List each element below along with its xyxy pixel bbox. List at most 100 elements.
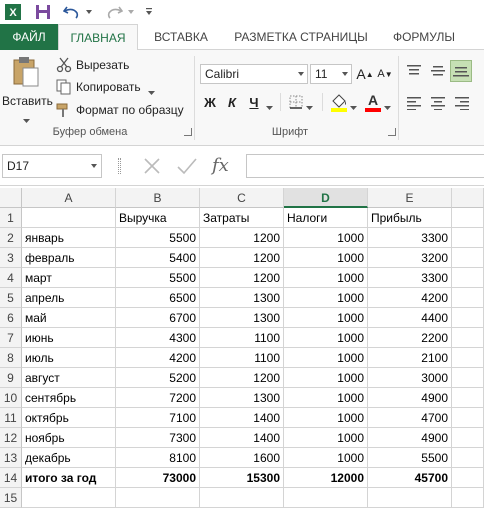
tab-formulas[interactable]: ФОРМУЛЫ	[386, 24, 462, 50]
redo-dropdown-icon[interactable]	[126, 3, 136, 21]
grid-cell[interactable]	[452, 288, 484, 308]
row-header[interactable]: 15	[0, 488, 22, 508]
grid-cell[interactable]: 1100	[200, 328, 284, 348]
row-header[interactable]: 8	[0, 348, 22, 368]
grid-cell[interactable]: 8100	[116, 448, 200, 468]
grid-cell[interactable]: февраль	[22, 248, 116, 268]
grid-cell[interactable]: 5500	[368, 448, 452, 468]
insert-function-icon[interactable]: fx	[212, 155, 229, 176]
grid-cell[interactable]: 1000	[284, 368, 368, 388]
grid-cell[interactable]: 3000	[368, 368, 452, 388]
grid-cell[interactable]	[452, 308, 484, 328]
row-header[interactable]: 13	[0, 448, 22, 468]
grow-font-button[interactable]: A ▲	[356, 64, 374, 84]
row-header[interactable]: 3	[0, 248, 22, 268]
grid-cell[interactable]: 1000	[284, 228, 368, 248]
grid-cell[interactable]: 5400	[116, 248, 200, 268]
grid-cell[interactable]: 1300	[200, 308, 284, 328]
grid-cell[interactable]: май	[22, 308, 116, 328]
column-header-f[interactable]	[452, 188, 484, 208]
grid-cell[interactable]: март	[22, 268, 116, 288]
grid-cell[interactable]: 1100	[200, 348, 284, 368]
grid-cell[interactable]: 45700	[368, 468, 452, 488]
grid-cell[interactable]: 1000	[284, 348, 368, 368]
underline-dropdown-icon[interactable]	[266, 100, 273, 114]
grid-cell[interactable]: ноябрь	[22, 428, 116, 448]
grid-cell[interactable]: 1000	[284, 428, 368, 448]
tab-home[interactable]: ГЛАВНАЯ	[58, 24, 138, 51]
align-bottom-icon[interactable]	[450, 60, 472, 82]
column-header-b[interactable]: B	[116, 188, 200, 208]
paste-button[interactable]: Вставить	[2, 54, 53, 123]
row-header[interactable]: 4	[0, 268, 22, 288]
grid-cell[interactable]: 7300	[116, 428, 200, 448]
grid-cell[interactable]: 3300	[368, 268, 452, 288]
grid-cell[interactable]: 1000	[284, 448, 368, 468]
align-center-icon[interactable]	[430, 96, 446, 113]
cut-button[interactable]: Вырезать	[56, 55, 176, 75]
row-header[interactable]: 7	[0, 328, 22, 348]
formula-input[interactable]	[246, 154, 484, 178]
grid-cell[interactable]: 1000	[284, 288, 368, 308]
grid-cell[interactable]	[452, 228, 484, 248]
grid-cell[interactable]	[368, 488, 452, 508]
grid-cell[interactable]: Налоги	[284, 208, 368, 228]
row-header[interactable]: 9	[0, 368, 22, 388]
row-header[interactable]: 5	[0, 288, 22, 308]
grid-cell[interactable]: 1200	[200, 248, 284, 268]
grid-cell[interactable]	[22, 488, 116, 508]
font-launcher-icon[interactable]	[388, 128, 396, 136]
grid-cell[interactable]: 1000	[284, 268, 368, 288]
row-header[interactable]: 1	[0, 208, 22, 228]
column-header-a[interactable]: A	[22, 188, 116, 208]
grid-cell[interactable]: 1300	[200, 388, 284, 408]
shrink-font-button[interactable]: A ▼	[376, 64, 394, 84]
undo-icon[interactable]	[62, 3, 82, 21]
grid-cell[interactable]: 73000	[116, 468, 200, 488]
enter-icon[interactable]	[176, 156, 198, 179]
italic-button[interactable]: К	[224, 92, 240, 112]
grid-cell[interactable]: Прибыль	[368, 208, 452, 228]
tab-page-layout[interactable]: РАЗМЕТКА СТРАНИЦЫ	[228, 24, 374, 50]
grid-cell[interactable]: 4900	[368, 428, 452, 448]
format-painter-button[interactable]: Формат по образцу	[56, 100, 186, 120]
grid-cell[interactable]: 6500	[116, 288, 200, 308]
grid-cell[interactable]: 5500	[116, 228, 200, 248]
grid-cell[interactable]	[452, 388, 484, 408]
grid-cell[interactable]: 1000	[284, 328, 368, 348]
grid-cell[interactable]: октябрь	[22, 408, 116, 428]
grid-cell[interactable]	[452, 468, 484, 488]
borders-icon[interactable]	[288, 94, 304, 113]
column-header-e[interactable]: E	[368, 188, 452, 208]
align-left-icon[interactable]	[406, 96, 422, 113]
grid-cell[interactable]	[452, 208, 484, 228]
grid-cell[interactable]: 1300	[200, 288, 284, 308]
tab-insert[interactable]: ВСТАВКА	[146, 24, 216, 50]
borders-dropdown-icon[interactable]	[306, 100, 313, 114]
fill-color-icon[interactable]	[330, 92, 348, 115]
grid-cell[interactable]: 1000	[284, 248, 368, 268]
cancel-icon[interactable]	[142, 156, 162, 179]
grid-cell[interactable]	[452, 448, 484, 468]
grid-cell[interactable]	[452, 248, 484, 268]
save-icon[interactable]	[34, 3, 52, 21]
grid-cell[interactable]: апрель	[22, 288, 116, 308]
grid-cell[interactable]: 4300	[116, 328, 200, 348]
font-name-select[interactable]: Calibri	[200, 64, 308, 84]
row-header[interactable]: 10	[0, 388, 22, 408]
grid-cell[interactable]: 1200	[200, 268, 284, 288]
grid-cell[interactable]: июль	[22, 348, 116, 368]
grid-cell[interactable]: 5500	[116, 268, 200, 288]
grid-cell[interactable]	[200, 488, 284, 508]
grid-cell[interactable]: 4200	[116, 348, 200, 368]
font-color-dropdown-icon[interactable]	[384, 100, 391, 114]
align-right-icon[interactable]	[454, 96, 470, 113]
grid-cell[interactable]: 4200	[368, 288, 452, 308]
grid-cell[interactable]: 1000	[284, 308, 368, 328]
grid-cell[interactable]	[22, 208, 116, 228]
grid-cell[interactable]	[452, 428, 484, 448]
grid-cell[interactable]	[452, 368, 484, 388]
row-header[interactable]: 11	[0, 408, 22, 428]
fill-color-dropdown-icon[interactable]	[350, 100, 357, 114]
excel-icon[interactable]: X	[4, 3, 22, 21]
